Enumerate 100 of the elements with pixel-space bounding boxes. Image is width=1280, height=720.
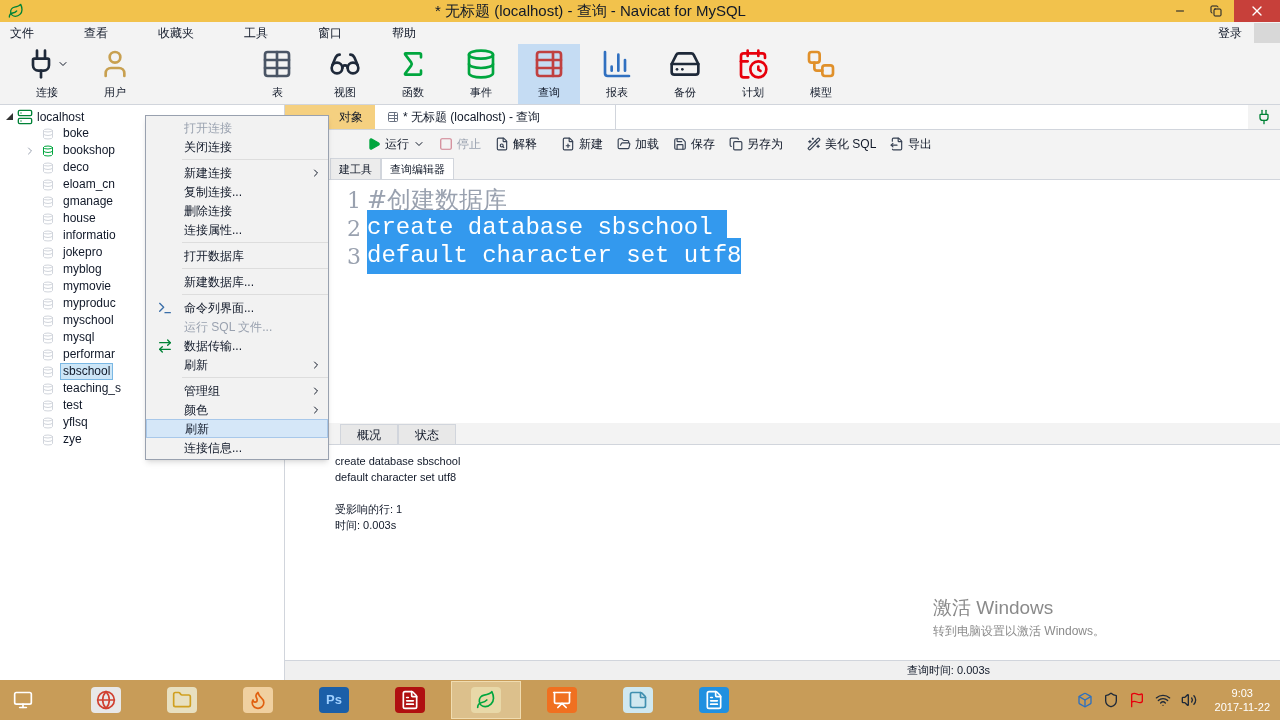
transfer-icon [157,337,173,354]
toolbar-button[interactable]: 表 [246,44,308,104]
query-toolbar-button[interactable]: 保存 [673,135,715,153]
volume-icon [1180,692,1197,708]
slides-icon [552,690,572,710]
result-text: default character set utf8 [335,470,457,485]
tree-item[interactable]: mymovie [60,278,114,295]
query-toolbar-button[interactable]: 新建 [561,135,603,153]
tree-item[interactable]: zye [60,431,85,448]
avatar [1254,23,1280,43]
window-title: * 无标题 (localhost) - 查询 - Navicat for MySQL [435,0,746,21]
tree-item[interactable]: deco [60,159,93,176]
result-tab[interactable]: 概况 [340,424,398,444]
menu-item[interactable]: 收藏夹 [150,24,202,42]
query-toolbar-button[interactable]: 导出 [890,135,933,153]
query-toolbar-button[interactable]: 解释 [495,135,537,153]
document-icon [704,690,724,710]
line-number: 3 [346,242,362,271]
document-tab[interactable]: * 无标题 (localhost) - 查询 [375,105,615,129]
toolbar-button[interactable]: 函数 [382,44,444,104]
context-menu-item[interactable]: 连接信息... [146,438,328,457]
plug-icon [1256,109,1272,125]
toolbar-button[interactable]: 查询 [518,44,580,104]
tree-item[interactable]: localhost [37,107,85,126]
tree-item[interactable]: mysql [60,329,98,346]
line-number: 2 [346,214,362,243]
toolbar-button[interactable]: 模型 [790,44,852,104]
tray-icon [1102,692,1119,708]
tree-item[interactable]: jokepro [60,244,106,261]
tree-item[interactable]: bookshop [60,142,119,159]
menu-item[interactable]: 文件 [2,24,42,42]
tree-item[interactable]: myschool [60,312,117,329]
tree-item[interactable]: boke [60,125,93,142]
query-icon [387,111,399,123]
save-icon [673,137,687,151]
result-text: create database sbschool [335,454,461,469]
context-menu-item[interactable]: 刷新 [146,419,328,438]
toolbar-button[interactable]: 用户 [84,44,146,104]
flag-icon [1128,692,1145,708]
new-file-icon [561,137,575,151]
query-toolbar-button[interactable]: 美化 SQL [807,135,877,153]
tree-item[interactable]: yflsq [60,414,91,431]
copy-icon [729,137,743,151]
menu-item[interactable]: 窗口 [310,24,350,42]
close-button[interactable] [1234,0,1280,22]
context-menu-item[interactable]: 关闭连接 [146,137,328,156]
tree-item[interactable]: myproduc [60,295,119,312]
tree-item[interactable]: myblog [60,261,105,278]
export-icon [890,137,905,151]
editor-tab[interactable]: 建工具 [330,158,381,179]
toolbar-button[interactable]: 事件 [450,44,512,104]
clock-date: 2017-11-22 [1214,700,1270,714]
wand-icon [807,137,821,151]
tree-item[interactable]: sbschool [60,363,114,380]
tree-item[interactable]: house [60,210,99,227]
query-toolbar-button[interactable]: 另存为 [729,135,783,153]
leaf-icon [8,3,24,19]
tree-item[interactable]: performar [60,346,118,363]
result-text: 受影响的行: 1 [335,502,403,517]
server-icon [17,108,33,125]
note-icon [628,690,648,710]
wifi-icon [1154,692,1171,708]
toolbar-button[interactable]: 连接 [16,44,78,104]
folder-icon [617,137,631,151]
login-link[interactable]: 登录 [1218,24,1242,42]
leaf-icon [476,690,496,710]
context-menu-item[interactable]: 新建连接 [146,163,328,182]
toolbar-button[interactable]: 备份 [654,44,716,104]
clock-time: 9:03 [1231,686,1253,700]
query-toolbar-button[interactable]: 加载 [617,135,659,153]
tree-item[interactable]: gmanage [60,193,117,210]
stop-icon [439,137,453,151]
tree-item[interactable]: teaching_s [60,380,125,397]
menu-item[interactable]: 工具 [236,24,276,42]
folder-icon [172,690,192,710]
editor-tab[interactable]: 查询编辑器 [381,158,454,179]
tree-item[interactable]: test [60,397,86,414]
flame-icon [248,690,268,710]
menu-item[interactable]: 查看 [76,24,116,42]
query-toolbar-button[interactable]: 运行 [367,135,425,153]
result-text: 时间: 0.003s [335,518,397,533]
globe-icon [96,690,116,710]
tree-item[interactable]: informatio [60,227,119,244]
restore-icon [1210,5,1222,17]
play-icon [367,137,381,151]
toolbar-button[interactable]: 报表 [586,44,648,104]
result-tab[interactable]: 状态 [398,424,456,444]
taskbar-app[interactable]: Ps [299,681,369,719]
tree-item[interactable]: eloam_cn [60,176,119,193]
query-time: 查询时间: 0.003s [906,663,990,679]
menu-item[interactable]: 帮助 [384,24,424,42]
collapse-arrow-icon[interactable] [6,113,13,120]
line-number: 1 [346,186,362,215]
document-icon [400,690,420,710]
database-icon [465,47,497,80]
activation-text: 转到电脑设置以激活 Windows。 [933,623,1105,640]
toolbar-button[interactable]: 视图 [314,44,376,104]
activation-title: 激活 Windows [933,595,1055,620]
toolbar-button[interactable]: 计划 [722,44,784,104]
tray-icon [1076,692,1093,708]
